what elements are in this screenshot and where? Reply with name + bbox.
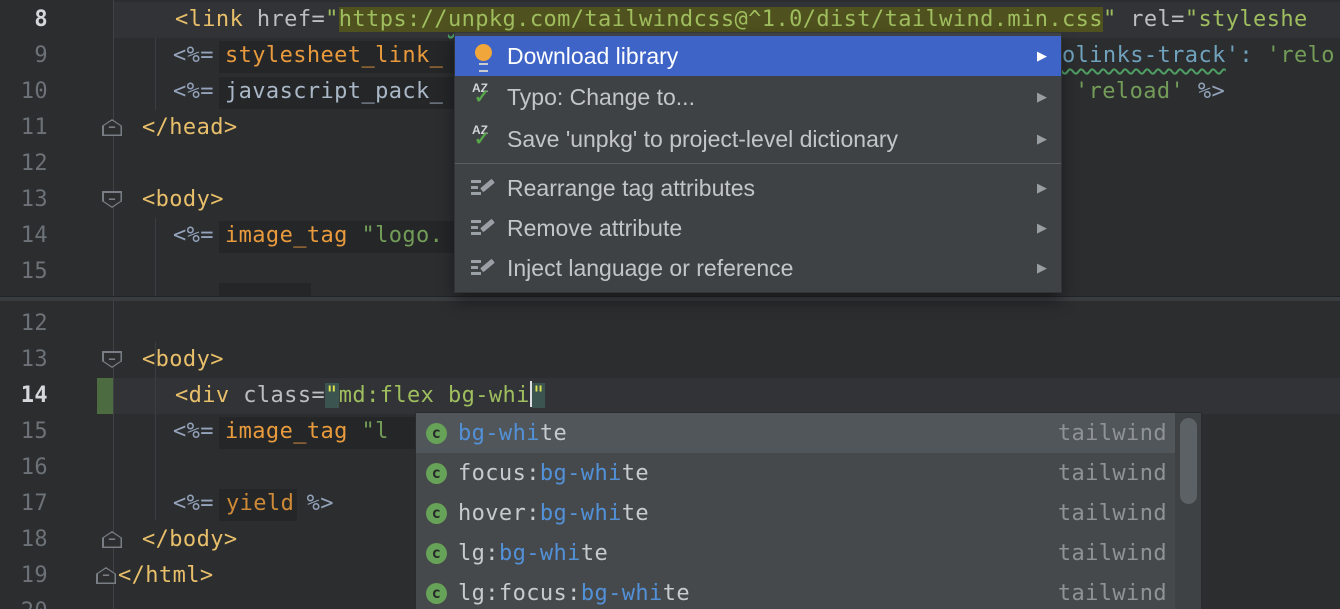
- lightbulb-icon: [471, 43, 497, 69]
- menu-item-rearrange-tag-attributes[interactable]: Rearrange tag attributes ▶: [455, 168, 1061, 208]
- erb-fragment-band: [219, 283, 311, 296]
- edit-intention-icon: [471, 255, 497, 281]
- spellcheck-ok-icon: AZ✓: [471, 84, 497, 110]
- menu-separator: [455, 163, 1061, 164]
- submenu-arrow-icon: ▶: [1037, 48, 1047, 64]
- submenu-arrow-icon: ▶: [1037, 220, 1047, 236]
- intention-actions-popup: Download library ▶ AZ✓ Typo: Change to..…: [455, 33, 1061, 292]
- completion-item-lg-focus-bg-white[interactable]: clg:focus:bg-whitetailwind: [416, 573, 1201, 609]
- css-class-icon: c: [426, 543, 447, 564]
- edit-intention-icon: [471, 215, 497, 241]
- submenu-arrow-icon: ▶: [1037, 131, 1047, 147]
- menu-item-download-library[interactable]: Download library ▶: [455, 36, 1061, 76]
- edit-intention-icon: [471, 175, 497, 201]
- editor-split-divider: [0, 297, 1340, 301]
- completion-item-hover-bg-white[interactable]: chover:bg-whitetailwind: [416, 493, 1201, 533]
- scrollbar-thumb[interactable]: [1180, 418, 1197, 504]
- code-completion-popup: cbg-whitetailwind cfocus:bg-whitetailwin…: [415, 412, 1202, 609]
- css-class-icon: c: [426, 423, 447, 444]
- menu-item-remove-attribute[interactable]: Remove attribute ▶: [455, 208, 1061, 248]
- ide-editor: 8 9 10 11 12 13 14 15 − − <link href="ht…: [0, 0, 1340, 609]
- completion-item-lg-bg-white[interactable]: clg:bg-whitetailwind: [416, 533, 1201, 573]
- submenu-arrow-icon: ▶: [1037, 260, 1047, 276]
- completion-item-focus-bg-white[interactable]: cfocus:bg-whitetailwind: [416, 453, 1201, 493]
- css-class-icon: c: [426, 463, 447, 484]
- line-number[interactable]: 12: [6, 306, 48, 342]
- css-class-icon: c: [426, 503, 447, 524]
- spellcheck-ok-icon: AZ✓: [471, 126, 497, 152]
- code-line-13b[interactable]: <body>: [0, 342, 1340, 378]
- submenu-arrow-icon: ▶: [1037, 89, 1047, 105]
- menu-item-save-to-dictionary[interactable]: AZ✓ Save 'unpkg' to project-level dictio…: [455, 118, 1061, 160]
- submenu-arrow-icon: ▶: [1037, 180, 1047, 196]
- menu-item-inject-language[interactable]: Inject language or reference ▶: [455, 248, 1061, 288]
- css-class-icon: c: [426, 583, 447, 604]
- completion-item-bg-white[interactable]: cbg-whitetailwind: [416, 413, 1201, 453]
- code-line-14b[interactable]: <div class="md:flex bg-whi": [0, 378, 1340, 414]
- menu-item-typo-change-to[interactable]: AZ✓ Typo: Change to... ▶: [455, 76, 1061, 118]
